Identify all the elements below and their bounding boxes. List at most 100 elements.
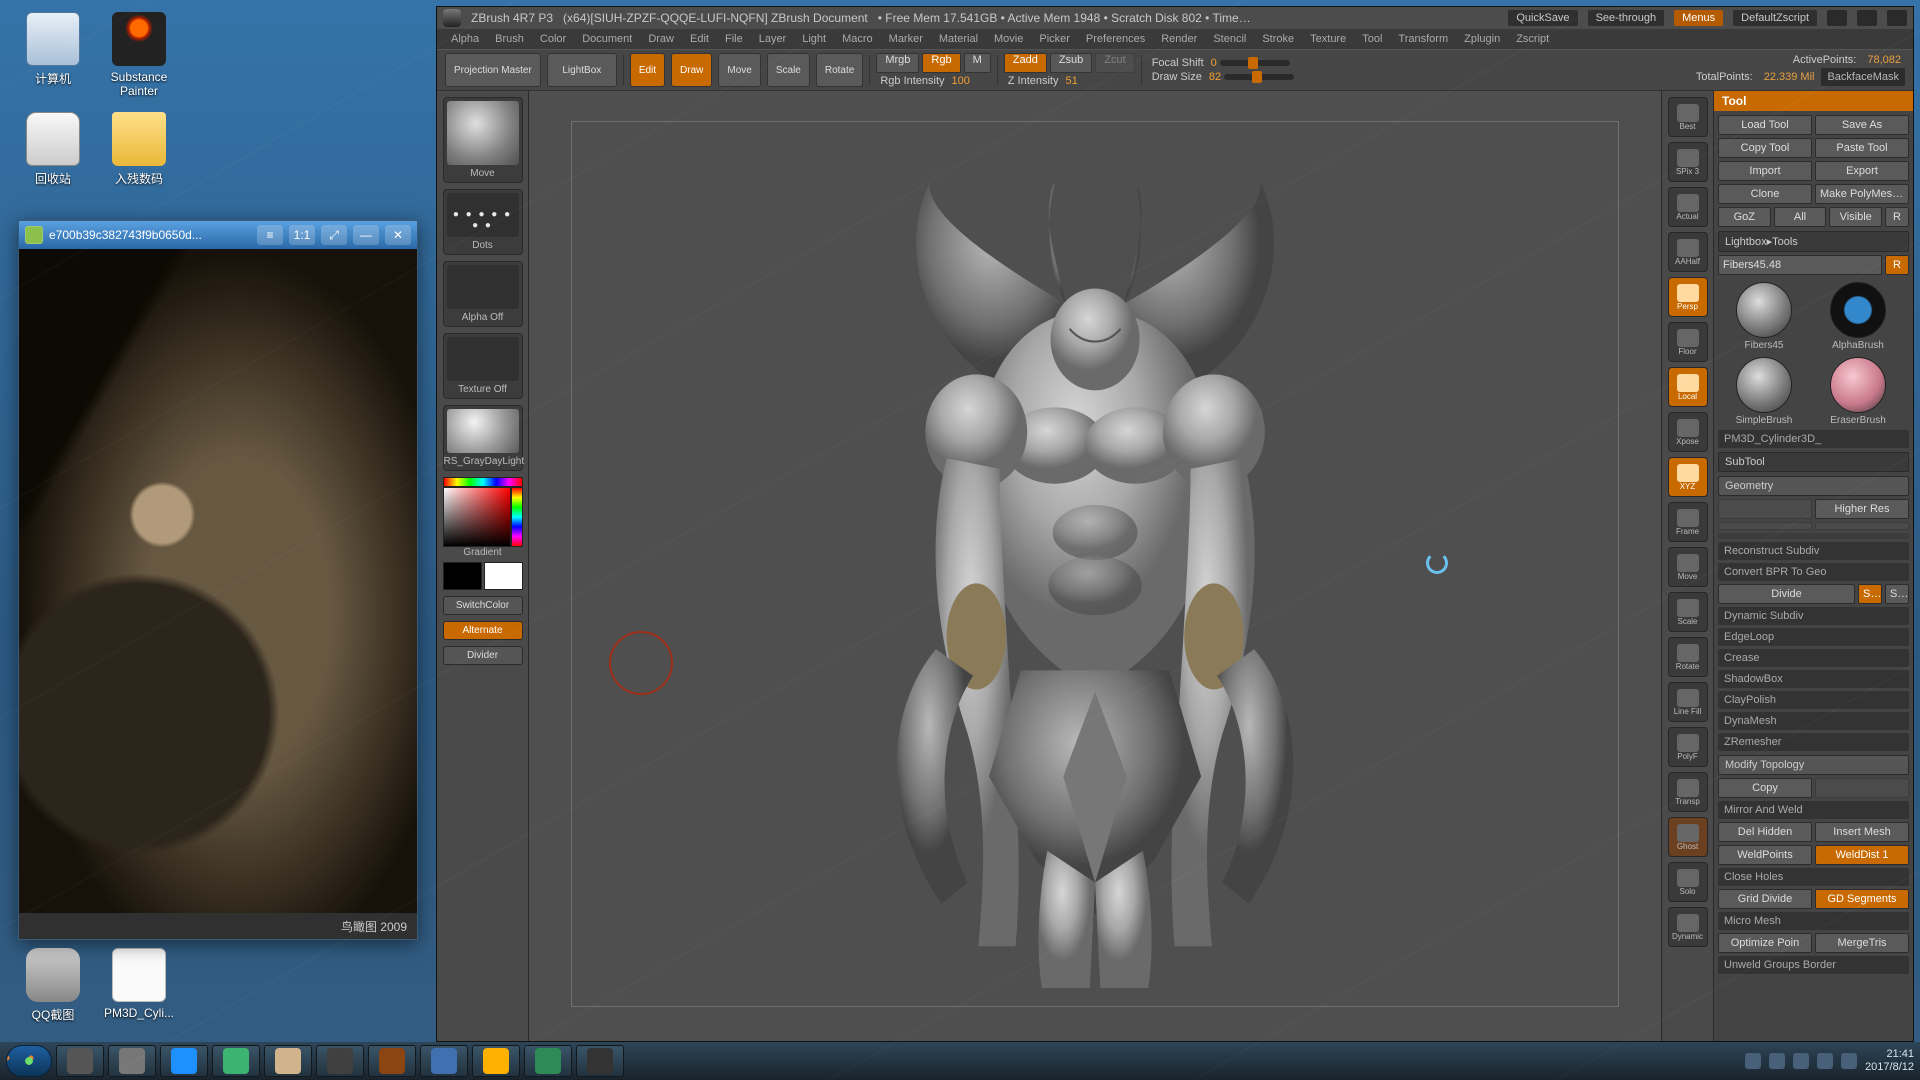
convert-bpr-button[interactable]: Convert BPR To Geo	[1718, 563, 1909, 581]
move-mode-button[interactable]: Move	[718, 53, 760, 87]
draw-mode-button[interactable]: Draw	[671, 53, 712, 87]
window-max-icon[interactable]	[1857, 10, 1877, 26]
tool-eraserbrush[interactable]: EraserBrush	[1814, 357, 1902, 426]
solo-button[interactable]: Solo	[1668, 862, 1708, 902]
nav-rotate-button[interactable]: Rotate	[1668, 637, 1708, 677]
taskbar-app-3[interactable]	[160, 1045, 208, 1077]
switch-color-button[interactable]: SwitchColor	[443, 596, 523, 615]
polyf-button[interactable]: PolyF	[1668, 727, 1708, 767]
spix-button[interactable]: SPix 3	[1668, 142, 1708, 182]
menu-light[interactable]: Light	[796, 31, 832, 47]
color-hue-strip[interactable]	[443, 477, 523, 487]
menu-brush[interactable]: Brush	[489, 31, 530, 47]
taskbar-app-1[interactable]	[56, 1045, 104, 1077]
local-button[interactable]: Local	[1668, 367, 1708, 407]
current-fiber-label[interactable]: Fibers45.48	[1718, 255, 1882, 275]
menu-zscript[interactable]: Zscript	[1510, 31, 1555, 47]
image-viewer-titlebar[interactable]: e700b39c382743f9b0650d... ≡ 1:1 ⤢ — ✕	[19, 221, 417, 249]
draw-size-value[interactable]: 82	[1209, 71, 1221, 83]
taskbar-app-6[interactable]	[316, 1045, 364, 1077]
color-sv-box[interactable]	[443, 487, 511, 547]
line-fill-button[interactable]: Line Fill	[1668, 682, 1708, 722]
claypolish-section[interactable]: ClayPolish	[1718, 691, 1909, 709]
xyz-button[interactable]: XYZ	[1668, 457, 1708, 497]
focal-shift-value[interactable]: 0	[1211, 57, 1217, 69]
menu-marker[interactable]: Marker	[883, 31, 929, 47]
material-picker[interactable]: RS_GrayDayLight	[443, 405, 523, 471]
dynamesh-section[interactable]: DynaMesh	[1718, 712, 1909, 730]
alpha-picker[interactable]: Alpha Off	[443, 261, 523, 327]
menu-movie[interactable]: Movie	[988, 31, 1029, 47]
window-close-icon[interactable]	[1887, 10, 1907, 26]
backface-mask-toggle[interactable]: BackfaceMask	[1821, 68, 1905, 86]
menu-color[interactable]: Color	[534, 31, 572, 47]
aahalf-button[interactable]: AAHalf	[1668, 232, 1708, 272]
zbrush-titlebar[interactable]: ZBrush 4R7 P3 (x64)[SIUH-ZPZF-QQQE-LUFI-…	[437, 7, 1913, 29]
image-viewer-canvas[interactable]	[19, 249, 417, 913]
lightbox-tools-section[interactable]: Lightbox▸Tools	[1718, 231, 1909, 252]
menu-tool[interactable]: Tool	[1356, 31, 1388, 47]
menu-texture[interactable]: Texture	[1304, 31, 1352, 47]
tool-fibers45[interactable]: Fibers45	[1720, 282, 1808, 351]
tool-simplebrush[interactable]: SimpleBrush	[1720, 357, 1808, 426]
weld-dist-field[interactable]: WeldDist 1	[1815, 845, 1909, 865]
tray-icon[interactable]	[1745, 1053, 1761, 1069]
nav-scale-button[interactable]: Scale	[1668, 592, 1708, 632]
smt-toggle[interactable]: Smt	[1858, 584, 1882, 604]
taskbar-app-11[interactable]	[576, 1045, 624, 1077]
paste-mesh-button[interactable]	[1815, 778, 1909, 798]
merge-tris-button[interactable]: MergeTris	[1815, 933, 1909, 953]
rgb-button[interactable]: Rgb	[922, 53, 960, 73]
tray-icon[interactable]	[1793, 1053, 1809, 1069]
dynamic-subdiv-section[interactable]: Dynamic Subdiv	[1718, 607, 1909, 625]
zbrush-canvas[interactable]	[529, 91, 1661, 1041]
shadowbox-section[interactable]: ShadowBox	[1718, 670, 1909, 688]
viewer-menu-button[interactable]: ≡	[257, 225, 283, 245]
color-picker[interactable]: Gradient	[443, 477, 523, 590]
mrgb-button[interactable]: Mrgb	[876, 53, 919, 73]
nav-move-button[interactable]: Move	[1668, 547, 1708, 587]
menu-preferences[interactable]: Preferences	[1080, 31, 1151, 47]
menu-material[interactable]: Material	[933, 31, 984, 47]
m-button[interactable]: M	[964, 53, 991, 73]
save-as-button[interactable]: Save As	[1815, 115, 1909, 135]
menu-file[interactable]: File	[719, 31, 749, 47]
unweld-groups-button[interactable]: Unweld Groups Border	[1718, 956, 1909, 974]
sculpt-viewport[interactable]	[572, 122, 1618, 1006]
taskbar-app-2[interactable]	[108, 1045, 156, 1077]
micro-mesh-button[interactable]: Micro Mesh	[1718, 912, 1909, 930]
scale-mode-button[interactable]: Scale	[767, 53, 810, 87]
cage-toggle[interactable]	[1815, 522, 1909, 530]
mirror-weld-button[interactable]: Mirror And Weld	[1718, 801, 1909, 819]
menu-edit[interactable]: Edit	[684, 31, 715, 47]
texture-picker[interactable]: Texture Off	[443, 333, 523, 399]
modify-topology-section[interactable]: Modify Topology	[1718, 755, 1909, 775]
viewer-fullscreen-button[interactable]: ⤢	[321, 225, 347, 245]
zsub-button[interactable]: Zsub	[1050, 53, 1092, 73]
lightbox-button[interactable]: LightBox	[547, 53, 617, 87]
weld-points-button[interactable]: WeldPoints	[1718, 845, 1812, 865]
projection-master-button[interactable]: Projection Master	[445, 53, 541, 87]
brush-picker[interactable]: Move	[443, 97, 523, 183]
taskbar-clock[interactable]: 21:41 2017/8/12	[1865, 1048, 1914, 1073]
color-hue-bar[interactable]	[511, 487, 523, 547]
tray-icon[interactable]	[1769, 1053, 1785, 1069]
zcut-button[interactable]: Zcut	[1095, 53, 1134, 73]
floor-button[interactable]: Floor	[1668, 322, 1708, 362]
tray-volume-icon[interactable]	[1841, 1053, 1857, 1069]
current-tool-name[interactable]: PM3D_Cylinder3D_	[1718, 430, 1909, 448]
alternate-button[interactable]: Alternate	[443, 621, 523, 640]
ghost-button[interactable]: Ghost	[1668, 817, 1708, 857]
draw-size-slider[interactable]	[1224, 74, 1294, 80]
rotate-mode-button[interactable]: Rotate	[816, 53, 863, 87]
goz-button[interactable]: GoZ	[1718, 207, 1771, 227]
desktop-icon-pm3d-file[interactable]: PM3D_Cyli...	[100, 948, 178, 1020]
menu-alpha[interactable]: Alpha	[445, 31, 485, 47]
fiber-r-button[interactable]: R	[1885, 255, 1909, 275]
window-min-icon[interactable]	[1827, 10, 1847, 26]
persp-button[interactable]: Persp	[1668, 277, 1708, 317]
paste-tool-button[interactable]: Paste Tool	[1815, 138, 1909, 158]
export-button[interactable]: Export	[1815, 161, 1909, 181]
divide-button[interactable]: Divide	[1718, 584, 1855, 604]
edgeloop-section[interactable]: EdgeLoop	[1718, 628, 1909, 646]
